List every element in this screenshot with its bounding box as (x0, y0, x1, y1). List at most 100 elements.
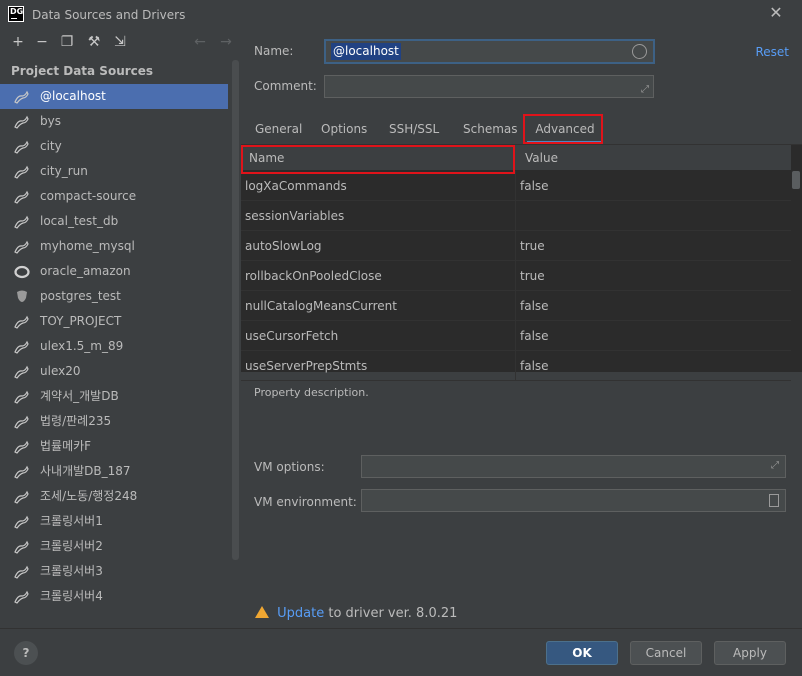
data-source-item[interactable]: 크롤링서버2 (0, 534, 228, 559)
table-scrollbar-thumb[interactable] (792, 171, 800, 189)
data-source-label: TOY_PROJECT (40, 314, 122, 328)
mysql-icon (14, 564, 30, 580)
table-scrollbar[interactable] (792, 171, 800, 371)
tab-general[interactable]: General (255, 116, 302, 144)
data-source-item[interactable]: ulex1.5_m_89 (0, 334, 228, 359)
warning-icon (255, 606, 269, 618)
data-source-settings-panel: Name: @localhost Reset Comment: ⤢ Genera… (241, 30, 802, 628)
help-button[interactable]: ? (14, 641, 38, 665)
property-value-cell[interactable]: false (516, 321, 791, 351)
data-source-item[interactable]: ulex20 (0, 359, 228, 384)
table-row[interactable]: logXaCommands false (241, 171, 791, 201)
color-circle-icon[interactable] (632, 44, 647, 59)
apply-button[interactable]: Apply (714, 641, 786, 665)
data-source-list: @localhost bys city city_run compact-source l… (0, 84, 228, 609)
mysql-icon (14, 364, 30, 380)
mysql-icon (14, 539, 30, 555)
data-source-item[interactable]: 조세/노동/행정248 (0, 484, 228, 509)
data-source-item[interactable]: TOY_PROJECT (0, 309, 228, 334)
tab-schemas[interactable]: Schemas (463, 116, 518, 144)
data-source-label: @localhost (40, 89, 106, 103)
table-row[interactable]: rollbackOnPooledClose true (241, 261, 791, 291)
table-row[interactable]: useCursorFetch false (241, 321, 791, 351)
column-header-name[interactable]: Name (241, 145, 516, 171)
data-source-item[interactable]: @localhost (0, 84, 228, 109)
document-icon[interactable] (769, 494, 779, 507)
close-icon[interactable]: ✕ (768, 5, 784, 21)
property-description: Property description. (254, 386, 369, 399)
data-source-label: bys (40, 114, 61, 128)
mysql-icon (14, 489, 30, 505)
mysql-icon (14, 239, 30, 255)
data-source-item[interactable]: 계약서_개발DB (0, 384, 228, 409)
expand-icon[interactable]: ⤢ (771, 460, 779, 471)
remove-icon[interactable]: − (34, 34, 50, 50)
property-value-cell[interactable] (516, 201, 791, 231)
table-row[interactable]: useServerPrepStmts false (241, 351, 791, 381)
data-source-item[interactable]: 크롤링서버3 (0, 559, 228, 584)
forward-arrow-icon[interactable]: → (218, 34, 234, 50)
data-source-label: city_run (40, 164, 88, 178)
column-header-value[interactable]: Value (517, 145, 791, 171)
table-row[interactable]: autoSlowLog true (241, 231, 791, 261)
mysql-icon (14, 89, 30, 105)
sidebar-scrollbar[interactable] (232, 60, 239, 560)
data-source-label: 크롤링서버3 (40, 564, 103, 578)
name-input[interactable]: @localhost (324, 39, 655, 64)
data-source-item[interactable]: 법령/판례235 (0, 409, 228, 434)
data-source-item[interactable]: myhome_mysql (0, 234, 228, 259)
data-source-label: 법령/판례235 (40, 414, 112, 428)
add-icon[interactable]: + (10, 34, 26, 50)
update-text: to driver ver. 8.0.21 (328, 606, 458, 621)
property-name-cell[interactable]: logXaCommands (241, 171, 516, 201)
property-value-cell[interactable]: false (516, 171, 791, 201)
project-data-sources-header: Project Data Sources (11, 64, 154, 78)
mysql-icon (14, 589, 30, 605)
data-source-item[interactable]: oracle_amazon (0, 259, 228, 284)
mysql-icon (14, 439, 30, 455)
property-name-cell[interactable]: autoSlowLog (241, 231, 516, 261)
data-source-item[interactable]: 크롤링서버4 (0, 584, 228, 609)
wrench-icon[interactable]: ⚒ (86, 34, 102, 50)
ok-button[interactable]: OK (546, 641, 618, 665)
property-name-cell[interactable]: useServerPrepStmts (241, 351, 516, 381)
property-value-cell[interactable]: false (516, 291, 791, 321)
expand-icon[interactable]: ⤢ (641, 84, 649, 95)
back-arrow-icon[interactable]: ← (192, 34, 208, 50)
reset-link[interactable]: Reset (755, 45, 789, 59)
data-source-item[interactable]: 크롤링서버1 (0, 509, 228, 534)
property-name-cell[interactable]: rollbackOnPooledClose (241, 261, 516, 291)
data-source-label: ulex20 (40, 364, 81, 378)
mysql-icon (14, 314, 30, 330)
sidebar-toolbar: + − ❐ ⚒ ⇲ ← → (0, 30, 241, 56)
data-source-item[interactable]: city (0, 134, 228, 159)
data-source-item[interactable]: 법률메카F (0, 434, 228, 459)
data-source-item[interactable]: city_run (0, 159, 228, 184)
property-name-cell[interactable]: nullCatalogMeansCurrent (241, 291, 516, 321)
cancel-button[interactable]: Cancel (630, 641, 702, 665)
tab-advanced[interactable]: Advanced (527, 116, 603, 144)
vm-environment-input[interactable] (361, 489, 786, 512)
property-name-cell[interactable]: useCursorFetch (241, 321, 516, 351)
property-name-cell[interactable]: sessionVariables (241, 201, 516, 231)
data-source-label: compact-source (40, 189, 137, 203)
duplicate-icon[interactable]: ❐ (59, 34, 75, 50)
data-source-item[interactable]: 사내개발DB_187 (0, 459, 228, 484)
mysql-icon (14, 189, 30, 205)
data-source-item[interactable]: postgres_test (0, 284, 228, 309)
data-source-item[interactable]: bys (0, 109, 228, 134)
data-source-item[interactable]: compact-source (0, 184, 228, 209)
comment-input[interactable]: ⤢ (324, 75, 654, 98)
property-value-cell[interactable]: false (516, 351, 791, 381)
table-row[interactable]: nullCatalogMeansCurrent false (241, 291, 791, 321)
table-row[interactable]: sessionVariables (241, 201, 791, 231)
tab-options[interactable]: Options (321, 116, 367, 144)
vm-options-input[interactable]: ⤢ (361, 455, 786, 478)
update-link[interactable]: Update (277, 606, 324, 621)
tab-ssh-ssl[interactable]: SSH/SSL (389, 116, 439, 144)
property-value-cell[interactable]: true (516, 261, 791, 291)
property-value-cell[interactable]: true (516, 231, 791, 261)
mysql-icon (14, 214, 30, 230)
import-icon[interactable]: ⇲ (112, 34, 128, 50)
data-source-item[interactable]: local_test_db (0, 209, 228, 234)
